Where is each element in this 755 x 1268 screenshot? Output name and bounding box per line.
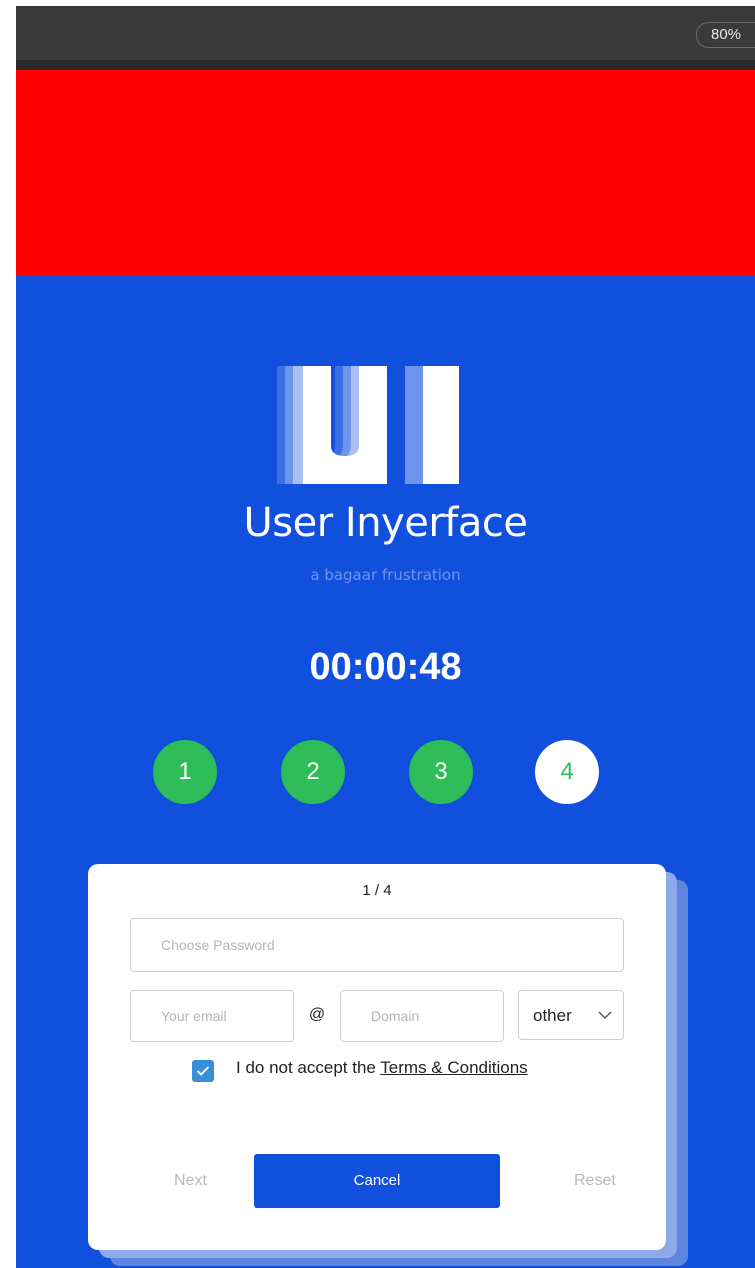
zoom-indicator[interactable]: 80% — [696, 22, 755, 48]
email-input[interactable] — [130, 990, 294, 1042]
step-2: 2 — [281, 740, 345, 804]
chevron-down-icon — [598, 1011, 612, 1019]
terms-label: I do not accept the Terms & Conditions — [236, 1058, 528, 1078]
next-button[interactable]: Next — [174, 1172, 207, 1190]
ui-logo — [277, 366, 459, 484]
toolbar-top-strip — [16, 0, 755, 6]
red-banner — [16, 70, 755, 276]
step-progress: 1 2 3 4 — [0, 740, 755, 806]
domain-input[interactable] — [340, 990, 504, 1042]
password-input[interactable] — [130, 918, 624, 972]
terms-checkbox[interactable] — [192, 1060, 214, 1082]
terms-prefix: I do not accept the — [236, 1058, 381, 1077]
site-tagline: a bagaar frustration — [310, 566, 461, 584]
at-symbol: @ — [308, 1006, 326, 1023]
cancel-button[interactable]: Cancel — [254, 1154, 500, 1208]
reset-button[interactable]: Reset — [574, 1172, 616, 1190]
browser-toolbar: 80% — [16, 0, 755, 70]
step-1: 1 — [153, 740, 217, 804]
timer: 00:00:48 — [309, 646, 462, 688]
step-4: 4 — [535, 740, 599, 804]
toolbar-bottom-edge — [16, 60, 755, 70]
site-title: User Inyerface — [243, 500, 528, 546]
step-3: 3 — [409, 740, 473, 804]
checkmark-icon — [196, 1066, 210, 1076]
tld-select[interactable]: other — [518, 990, 624, 1040]
registration-card: 1 / 4 @ other I do not accept the Terms … — [88, 864, 666, 1250]
terms-link[interactable]: Terms & Conditions — [380, 1058, 527, 1077]
page-indicator: 1 / 4 — [362, 882, 392, 899]
tld-selected-value: other — [533, 1006, 572, 1025]
